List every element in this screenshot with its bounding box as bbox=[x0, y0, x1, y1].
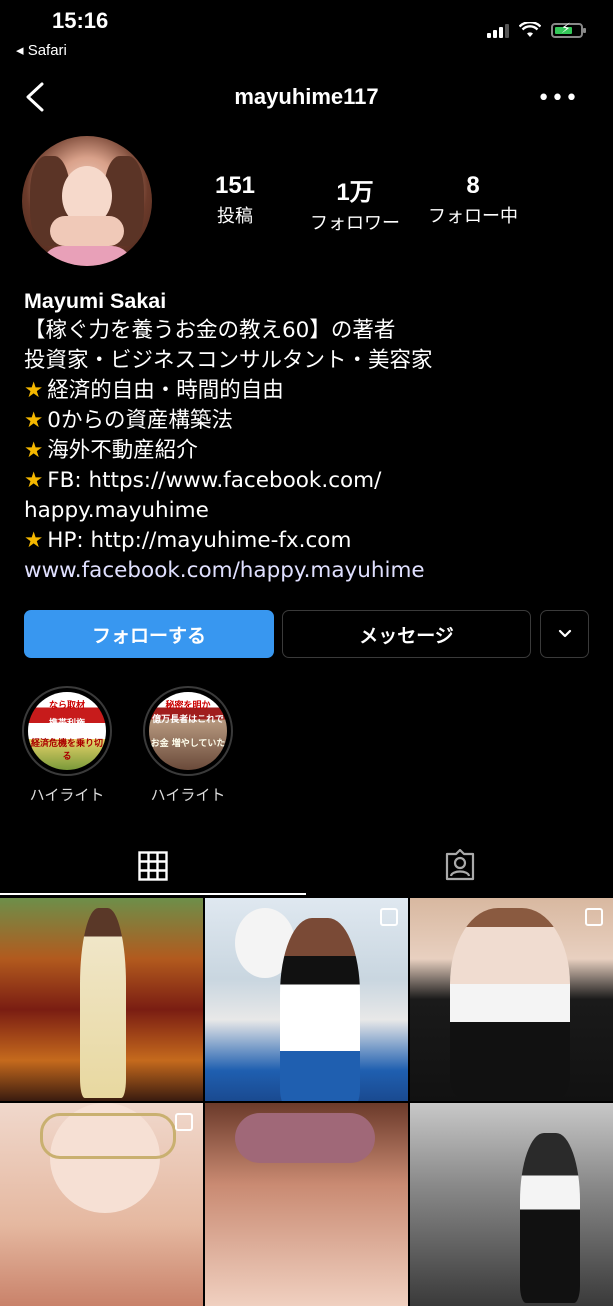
post-thumbnail[interactable] bbox=[0, 1103, 203, 1306]
bio-website-link[interactable]: www.facebook.com/happy.mayuhime bbox=[24, 556, 594, 586]
stat-following-count: 8 bbox=[466, 172, 480, 199]
back-to-safari-link[interactable]: ◂ Safari bbox=[16, 41, 67, 59]
bio-line: 投資家・ビジネスコンサルタント・美容家 bbox=[24, 348, 433, 373]
stat-followers-label: フォロワー bbox=[310, 213, 400, 234]
profile-avatar[interactable] bbox=[22, 136, 152, 266]
highlight-label: ハイライト bbox=[29, 786, 105, 804]
battery-icon: ⚡ bbox=[551, 21, 586, 38]
post-thumbnail[interactable] bbox=[205, 1103, 408, 1306]
profile-tabs bbox=[0, 835, 613, 895]
profile-username: mayuhime117 bbox=[234, 84, 379, 109]
stat-following[interactable]: 8 フォロー中 bbox=[418, 172, 528, 228]
suggested-accounts-button[interactable] bbox=[540, 610, 589, 658]
stat-followers-count: 1万 bbox=[336, 179, 374, 206]
bio-line: ★ 0からの資産構築法 bbox=[24, 408, 233, 433]
active-tab-indicator bbox=[0, 893, 306, 895]
bio-line: ★ 経済的自由・時間的自由 bbox=[24, 378, 284, 403]
bio-line: ★ FB: https://www.facebook.com/ bbox=[24, 468, 382, 493]
chevron-down-icon bbox=[558, 629, 571, 638]
star-icon: ★ bbox=[24, 468, 44, 493]
bio-line: happy.mayuhime bbox=[24, 498, 209, 523]
bio-line: 【稼ぐ力を養うお金の教え60】の著者 bbox=[24, 318, 396, 343]
stat-posts[interactable]: 151 投稿 bbox=[200, 172, 270, 228]
star-icon: ★ bbox=[24, 438, 44, 463]
follow-button[interactable]: フォローする bbox=[24, 610, 274, 658]
stat-posts-label: 投稿 bbox=[217, 206, 253, 227]
bio-line: ★ HP: http://mayuhime-fx.com bbox=[24, 528, 352, 553]
multiple-posts-icon bbox=[585, 908, 603, 926]
post-thumbnail[interactable] bbox=[410, 898, 613, 1101]
tagged-icon[interactable] bbox=[444, 849, 476, 881]
status-icons: ⚡ bbox=[487, 21, 586, 38]
grid-icon[interactable] bbox=[138, 851, 168, 881]
status-bar: 15:16 ◂ Safari ⚡ bbox=[0, 0, 613, 70]
star-icon: ★ bbox=[24, 378, 44, 403]
stat-posts-count: 151 bbox=[214, 172, 256, 199]
post-thumbnail[interactable] bbox=[205, 898, 408, 1101]
highlight-item[interactable]: なら取材 携帯利権 経済危機を乗り切る ハイライト bbox=[20, 686, 114, 805]
multiple-posts-icon bbox=[175, 1113, 193, 1131]
highlight-label: ハイライト bbox=[150, 786, 226, 804]
multiple-posts-icon bbox=[380, 908, 398, 926]
highlight-thumbnail: なら取材 携帯利権 経済危機を乗り切る bbox=[28, 692, 106, 770]
post-thumbnail[interactable] bbox=[410, 1103, 613, 1306]
star-icon: ★ bbox=[24, 528, 44, 553]
bio-line: ★ 海外不動産紹介 bbox=[24, 438, 198, 463]
signal-icon bbox=[487, 22, 509, 38]
status-time: 15:16 bbox=[52, 8, 109, 33]
post-thumbnail[interactable] bbox=[0, 898, 203, 1101]
stat-following-label: フォロー中 bbox=[428, 206, 518, 227]
more-icon[interactable]: ••• bbox=[537, 86, 579, 111]
profile-bio: Mayumi Sakai 【稼ぐ力を養うお金の教え60】の著者 投資家・ビジネス… bbox=[24, 286, 594, 586]
profile-header: mayuhime117 ••• bbox=[0, 74, 613, 120]
star-icon: ★ bbox=[24, 408, 44, 433]
message-button[interactable]: メッセージ bbox=[282, 610, 531, 658]
profile-name: Mayumi Sakai bbox=[24, 289, 167, 313]
stat-followers[interactable]: 1万 フォロワー bbox=[300, 172, 410, 235]
highlight-thumbnail: 秘密を明か 億万長者はこれで お金 増やしていた bbox=[149, 692, 227, 770]
highlight-item[interactable]: 秘密を明か 億万長者はこれで お金 増やしていた ハイライト bbox=[141, 686, 235, 805]
wifi-icon bbox=[519, 22, 541, 37]
highlight-ring: なら取材 携帯利権 経済危機を乗り切る bbox=[22, 686, 112, 776]
highlight-ring: 秘密を明か 億万長者はこれで お金 増やしていた bbox=[143, 686, 233, 776]
